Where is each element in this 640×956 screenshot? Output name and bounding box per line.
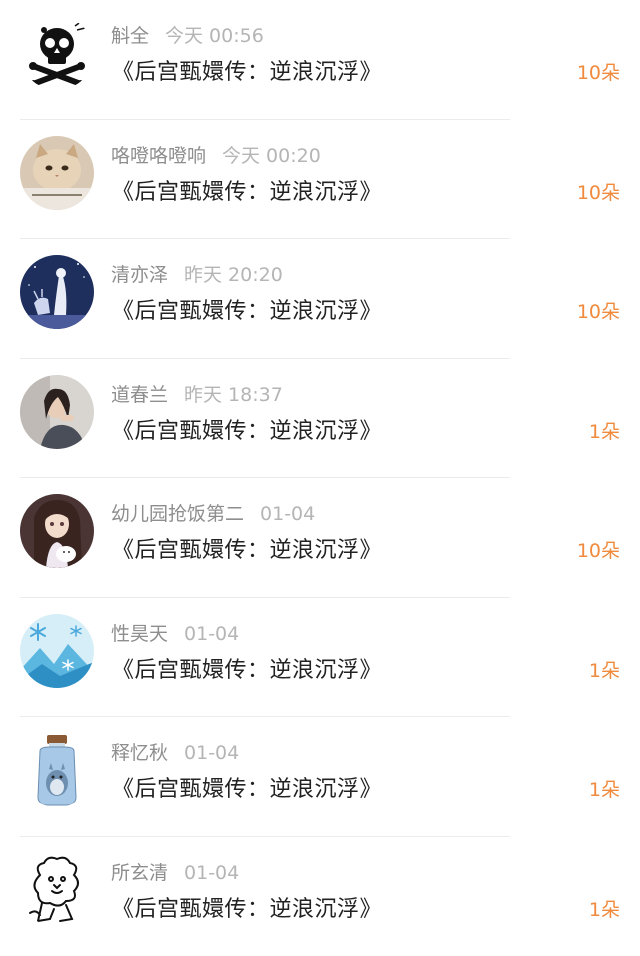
gift-count: 1朵 bbox=[589, 415, 620, 449]
lion-sketch-icon[interactable] bbox=[20, 853, 94, 927]
user-name[interactable]: 道春兰 bbox=[111, 384, 168, 406]
cat-photo-icon[interactable] bbox=[20, 136, 94, 210]
gift-count: 10朵 bbox=[577, 176, 620, 210]
book-title[interactable]: 《后宫甄嬛传：逆浪沉浮》 bbox=[112, 773, 382, 807]
book-title[interactable]: 《后宫甄嬛传：逆浪沉浮》 bbox=[112, 415, 382, 449]
list-item[interactable]: 咯噔咯噔响今天 00:20 《后宫甄嬛传：逆浪沉浮》 10朵 bbox=[0, 120, 640, 240]
gift-count: 1朵 bbox=[589, 893, 620, 927]
user-meta: 斛全今天 00:56 bbox=[111, 21, 264, 51]
book-title[interactable]: 《后宫甄嬛传：逆浪沉浮》 bbox=[112, 56, 382, 90]
gift-count: 1朵 bbox=[589, 654, 620, 688]
list-item[interactable]: 清亦泽昨天 20:20 《后宫甄嬛传：逆浪沉浮》 10朵 bbox=[0, 239, 640, 359]
list-item[interactable]: 所玄清 01-04 《后宫甄嬛传：逆浪沉浮》 1朵 bbox=[0, 837, 640, 956]
user-name[interactable]: 性昊天 bbox=[111, 623, 168, 645]
book-title[interactable]: 《后宫甄嬛传：逆浪沉浮》 bbox=[112, 176, 382, 210]
user-name[interactable]: 释忆秋 bbox=[111, 742, 168, 764]
book-title[interactable]: 《后宫甄嬛传：逆浪沉浮》 bbox=[112, 893, 382, 927]
user-name[interactable]: 幼儿园抢饭第二 bbox=[111, 503, 244, 525]
user-meta: 所玄清 01-04 bbox=[111, 858, 239, 888]
list-item[interactable]: 斛全今天 00:56 《后宫甄嬛传：逆浪沉浮》 10朵 bbox=[0, 0, 640, 120]
user-meta: 幼儿园抢饭第二 01-04 bbox=[111, 499, 315, 529]
gift-count: 10朵 bbox=[577, 534, 620, 568]
gift-count: 10朵 bbox=[577, 56, 620, 90]
timestamp: 昨天 18:37 bbox=[184, 384, 283, 406]
book-title[interactable]: 《后宫甄嬛传：逆浪沉浮》 bbox=[112, 534, 382, 568]
gift-record-list: 斛全今天 00:56 《后宫甄嬛传：逆浪沉浮》 10朵 咯噔咯噔响今天 00:2… bbox=[0, 0, 640, 956]
user-meta: 咯噔咯噔响今天 00:20 bbox=[111, 141, 321, 171]
totoro-jar-icon[interactable] bbox=[20, 733, 94, 807]
snowflake-icon[interactable] bbox=[20, 614, 94, 688]
book-title[interactable]: 《后宫甄嬛传：逆浪沉浮》 bbox=[112, 654, 382, 688]
timestamp: 01-04 bbox=[260, 503, 315, 525]
book-title[interactable]: 《后宫甄嬛传：逆浪沉浮》 bbox=[112, 295, 382, 329]
timestamp: 01-04 bbox=[184, 862, 239, 884]
timestamp: 01-04 bbox=[184, 742, 239, 764]
gift-count: 10朵 bbox=[577, 295, 620, 329]
timestamp: 01-04 bbox=[184, 623, 239, 645]
skull-crossbones-icon[interactable] bbox=[20, 16, 94, 90]
user-meta: 性昊天 01-04 bbox=[111, 619, 239, 649]
user-name[interactable]: 所玄清 bbox=[111, 862, 168, 884]
night-deer-icon[interactable] bbox=[20, 255, 94, 329]
timestamp: 今天 00:56 bbox=[165, 25, 264, 47]
girl-photo-icon[interactable] bbox=[20, 375, 94, 449]
list-item[interactable]: 道春兰昨天 18:37 《后宫甄嬛传：逆浪沉浮》 1朵 bbox=[0, 359, 640, 479]
list-item[interactable]: 幼儿园抢饭第二 01-04 《后宫甄嬛传：逆浪沉浮》 10朵 bbox=[0, 478, 640, 598]
list-item[interactable]: 性昊天 01-04 《后宫甄嬛传：逆浪沉浮》 1朵 bbox=[0, 598, 640, 718]
user-name[interactable]: 斛全 bbox=[111, 25, 149, 47]
user-meta: 道春兰昨天 18:37 bbox=[111, 380, 283, 410]
user-name[interactable]: 清亦泽 bbox=[111, 264, 168, 286]
timestamp: 今天 00:20 bbox=[222, 145, 321, 167]
anime-girl-icon[interactable] bbox=[20, 494, 94, 568]
user-name[interactable]: 咯噔咯噔响 bbox=[111, 145, 206, 167]
user-meta: 清亦泽昨天 20:20 bbox=[111, 260, 283, 290]
user-meta: 释忆秋 01-04 bbox=[111, 738, 239, 768]
gift-count: 1朵 bbox=[589, 773, 620, 807]
timestamp: 昨天 20:20 bbox=[184, 264, 283, 286]
list-item[interactable]: 释忆秋 01-04 《后宫甄嬛传：逆浪沉浮》 1朵 bbox=[0, 717, 640, 837]
